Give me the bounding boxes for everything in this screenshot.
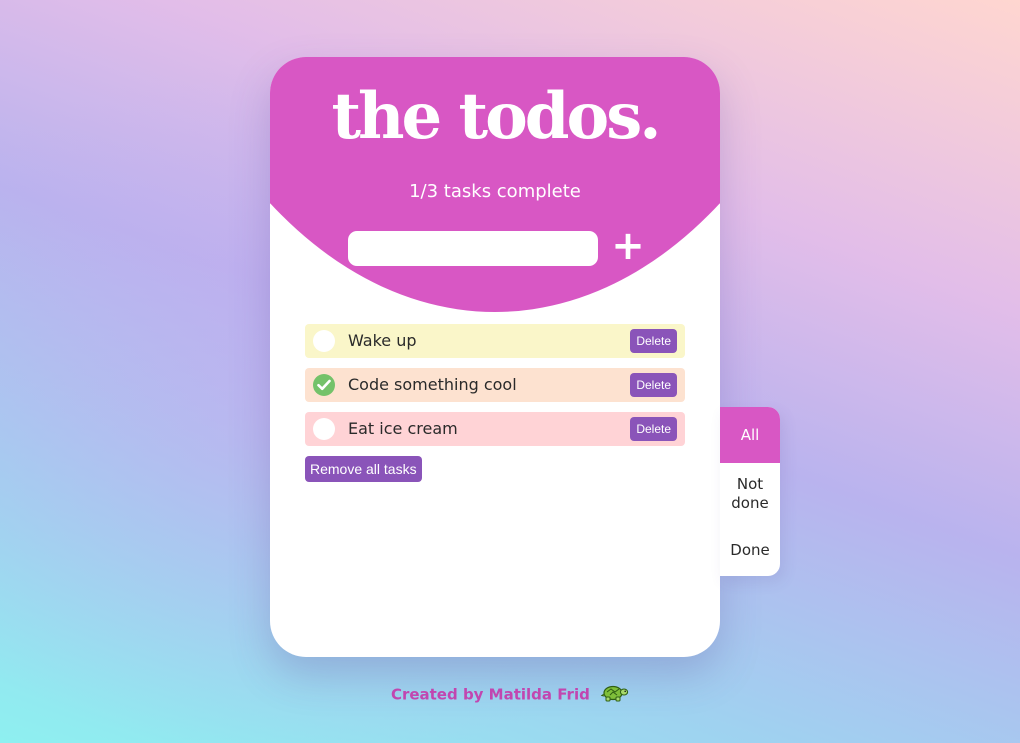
task-label: Wake up (348, 331, 417, 350)
todo-card: the todos. 1/3 tasks complete + Wake up … (270, 57, 720, 657)
checkmark-icon (317, 379, 331, 391)
footer: Created by Matilda Frid (0, 683, 1020, 707)
task-label: Code something cool (348, 375, 517, 394)
app-title: the todos. (331, 79, 661, 154)
footer-credit: Created by Matilda Frid (390, 685, 590, 704)
delete-task-button[interactable]: Delete (630, 373, 677, 397)
new-task-input[interactable] (348, 231, 598, 266)
task-item: Eat ice cream Delete (305, 412, 685, 446)
task-item: Code something cool Delete (305, 368, 685, 402)
progress-text: 1/3 tasks complete (409, 181, 581, 202)
remove-all-tasks-button[interactable]: Remove all tasks (305, 456, 422, 482)
task-label: Eat ice cream (348, 419, 458, 438)
filter-not-done[interactable]: Not done (720, 463, 780, 525)
filter-done[interactable]: Done (720, 525, 780, 576)
filter-not-done-label: Not done (731, 475, 769, 512)
delete-task-button[interactable]: Delete (630, 417, 677, 441)
filter-all[interactable]: All (720, 407, 780, 463)
task-checkbox[interactable] (313, 330, 335, 352)
task-checkbox[interactable] (313, 418, 335, 440)
add-task-button[interactable]: + (608, 223, 648, 269)
filter-tabs: All Not done Done (720, 407, 780, 576)
task-item: Wake up Delete (305, 324, 685, 358)
delete-task-button[interactable]: Delete (630, 329, 677, 353)
task-list: Wake up Delete Code something cool Delet… (305, 324, 685, 456)
turtle-icon (600, 683, 629, 707)
task-checkbox-checked[interactable] (313, 374, 335, 396)
